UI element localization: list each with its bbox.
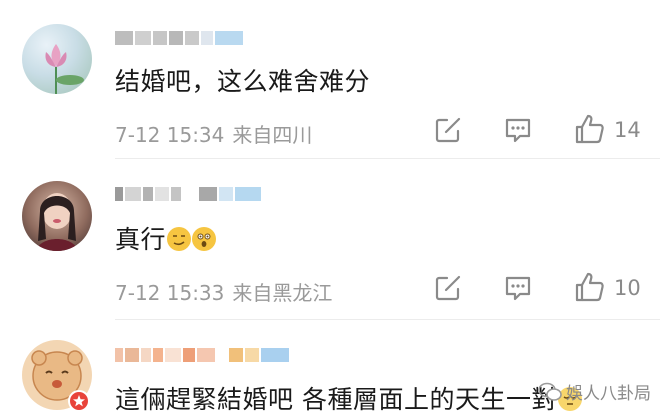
comment-text: 结婚吧，这么难舍难分 bbox=[115, 67, 371, 96]
comment-text: 真行 bbox=[115, 220, 217, 256]
comment-text-body: 這倆趕緊結婚吧 各種層面上的天生一對 bbox=[115, 385, 557, 414]
share-icon[interactable] bbox=[434, 116, 462, 144]
comment-time: 7-12 15:34 bbox=[115, 123, 225, 147]
username-blurred[interactable] bbox=[115, 344, 289, 366]
watermark: 娛人八卦局 bbox=[538, 379, 651, 404]
username-blurred[interactable] bbox=[115, 183, 261, 205]
comment-location: 来自黑龙江 bbox=[232, 281, 333, 305]
comment-text: 這倆趕緊結婚吧 各種層面上的天生一對 bbox=[115, 380, 582, 416]
like-icon[interactable] bbox=[574, 113, 606, 145]
like-count: 10 bbox=[614, 276, 641, 300]
surprised-emoji-icon bbox=[192, 227, 217, 251]
badge-icon bbox=[68, 390, 90, 412]
wechat-icon bbox=[538, 382, 562, 401]
like-icon[interactable] bbox=[574, 271, 606, 303]
username-blurred[interactable] bbox=[115, 27, 243, 49]
comment-icon[interactable] bbox=[504, 274, 532, 302]
like-count: 14 bbox=[614, 118, 641, 142]
comment-icon[interactable] bbox=[504, 116, 532, 144]
comment-location: 来自四川 bbox=[232, 123, 313, 147]
divider bbox=[115, 158, 660, 159]
avatar[interactable] bbox=[22, 24, 92, 94]
comment-meta: 7-12 15:33 来自黑龙江 bbox=[115, 277, 332, 306]
avatar[interactable] bbox=[22, 181, 92, 251]
share-icon[interactable] bbox=[434, 274, 462, 302]
comment-item: 结婚吧，这么难舍难分 7-12 15:34 来自四川 14 bbox=[0, 0, 660, 160]
watermark-text: 娛人八卦局 bbox=[566, 384, 651, 404]
comment-meta: 7-12 15:34 来自四川 bbox=[115, 119, 312, 148]
smirk-emoji-icon bbox=[167, 227, 192, 251]
portrait-avatar-image bbox=[36, 193, 78, 251]
comment-time: 7-12 15:33 bbox=[115, 281, 225, 305]
lotus-avatar-image bbox=[45, 44, 84, 94]
comment-item: 真行 7-12 15:33 来自黑龙江 10 bbox=[0, 160, 660, 320]
comment-text-body: 真行 bbox=[115, 225, 167, 254]
